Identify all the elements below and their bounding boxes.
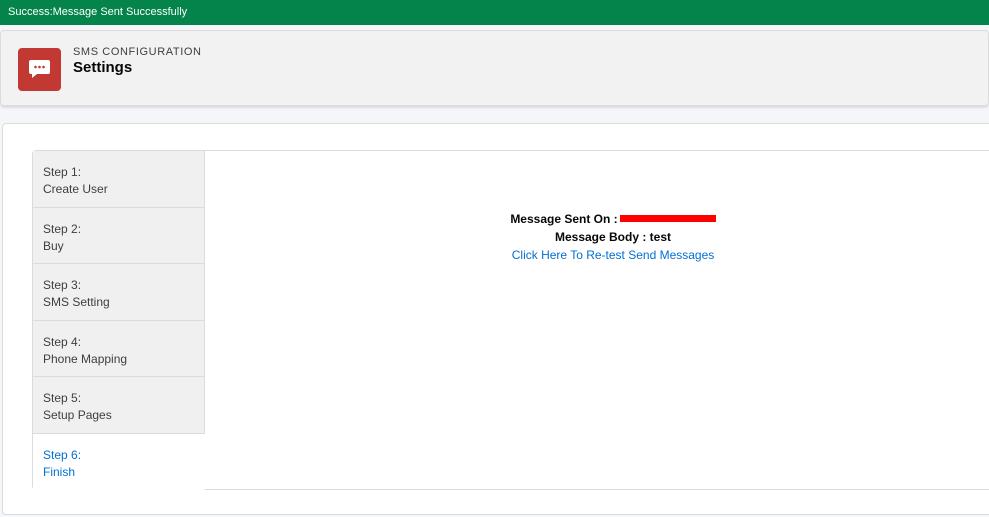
step-label: Finish (43, 464, 76, 479)
wizard-content: Message Sent On : Message Body : test Cl… (207, 151, 989, 489)
page-title: Settings (73, 59, 133, 76)
toast-message: Success:Message Sent Successfully (8, 6, 188, 18)
retest-send-messages-link[interactable]: Click Here To Re-test Send Messages (512, 248, 715, 262)
step-create-user[interactable]: Step 1: Create User (33, 151, 205, 208)
step-label: Buy (43, 238, 64, 253)
sent-on-label: Message Sent On : (510, 212, 618, 226)
header-eyebrow: SMS CONFIGURATION (73, 46, 202, 58)
success-toast: Success:Message Sent Successfully (0, 0, 989, 25)
sent-on-row: Message Sent On : (463, 210, 763, 228)
step-buy[interactable]: Step 2: Buy (33, 207, 205, 264)
setup-wizard: Step 1: Create User Step 2: Buy Step 3: … (32, 150, 989, 490)
step-number: Step 2: (43, 221, 82, 236)
step-finish[interactable]: Step 6: Finish (33, 433, 205, 490)
step-sms-setting[interactable]: Step 3: SMS Setting (33, 264, 205, 321)
step-label: Setup Pages (43, 408, 112, 422)
chat-bubble-icon (18, 48, 61, 91)
message-body-row: Message Body : test (463, 228, 763, 246)
message-body-value: test (649, 230, 672, 244)
redacted-phone-number (619, 215, 716, 223)
step-number: Step 6: (43, 447, 82, 462)
step-label: SMS Setting (43, 295, 110, 309)
step-number: Step 4: (43, 334, 82, 349)
step-label: Phone Mapping (43, 351, 128, 366)
step-number: Step 5: (43, 391, 82, 405)
step-number: Step 3: (43, 278, 82, 292)
step-label: Create User (43, 182, 108, 196)
message-body-label: Message Body : (554, 230, 647, 244)
step-setup-pages[interactable]: Step 5: Setup Pages (33, 377, 205, 434)
send-result: Message Sent On : Message Body : test Cl… (463, 210, 763, 264)
page-header: SMS CONFIGURATION Settings (0, 30, 989, 106)
retest-row: Click Here To Re-test Send Messages (463, 246, 763, 264)
step-number: Step 1: (43, 165, 82, 179)
wizard-steps: Step 1: Create User Step 2: Buy Step 3: … (33, 151, 205, 490)
step-phone-mapping[interactable]: Step 4: Phone Mapping (33, 320, 205, 377)
